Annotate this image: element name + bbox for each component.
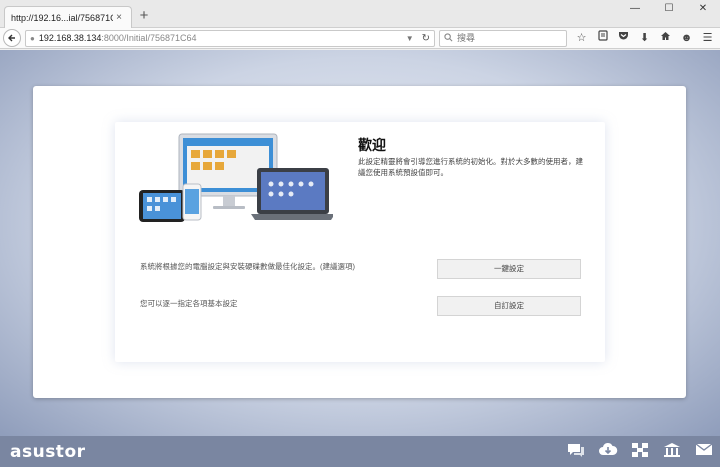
search-input[interactable] [457,33,557,43]
devices-illustration [139,133,333,222]
reload-icon[interactable]: ↻ [422,33,430,44]
chat-icon[interactable] [560,442,592,462]
url-dropdown-icon[interactable]: ▼ [406,34,414,43]
toolbar-icons: ☆ ⬇ ☻ ☰ [571,29,718,47]
url-path: :8000/Initial/756871C64 [101,33,197,43]
navigation-bar: ● 192.168.38.134 :8000/Initial/756871C64… [0,28,720,49]
custom-setup-description: 您可以逐一指定各項基本設定 [140,299,238,308]
maximize-button[interactable]: ☐ [652,0,686,18]
download-icon[interactable]: ⬇ [634,29,655,47]
site-info-icon[interactable]: ● [30,34,35,43]
close-tab-icon[interactable]: × [113,12,125,23]
pocket-icon[interactable] [613,29,634,47]
minimize-button[interactable]: — [618,0,652,18]
tab-title: http://192.16...ial/756871C64 [11,12,113,23]
search-icon [444,32,453,44]
search-bar[interactable] [439,29,567,47]
url-host: 192.168.38.134 [38,33,102,43]
page-background: 歡迎 此設定精靈將會引導您進行系統的初始化。對於大多數的使用者，建議您使用系統預… [0,50,720,436]
bank-icon[interactable] [656,442,688,462]
welcome-title: 歡迎 [358,137,386,153]
emoji-icon[interactable]: ☻ [676,29,697,47]
menu-icon[interactable]: ☰ [697,29,718,47]
setup-wizard-card: 歡迎 此設定精靈將會引導您進行系統的初始化。對於大多數的使用者，建議您使用系統預… [33,86,686,398]
url-bar[interactable]: ● 192.168.38.134 :8000/Initial/756871C64… [25,29,435,47]
close-window-button[interactable]: ✕ [686,0,720,18]
back-arrow-icon [8,34,15,42]
asustor-logo: asustor [10,441,86,462]
cloud-download-icon[interactable] [592,442,624,461]
welcome-description: 此設定精靈將會引導您進行系統的初始化。對於大多數的使用者，建議您使用系統預設值即… [358,157,583,177]
new-tab-button[interactable]: + [136,7,152,25]
back-button[interactable] [3,29,21,47]
mail-icon[interactable] [688,443,720,460]
browser-tab[interactable]: http://192.16...ial/756871C64 × [4,6,132,28]
network-icon[interactable] [624,442,656,462]
bookmark-star-icon[interactable]: ☆ [571,29,592,47]
home-icon[interactable] [655,29,676,47]
reading-list-icon[interactable] [592,29,613,47]
custom-setup-button[interactable]: 自訂設定 [437,296,581,316]
one-click-setup-button[interactable]: 一鍵設定 [437,259,581,279]
tab-strip: http://192.16...ial/756871C64 × + — ☐ ✕ [0,0,720,28]
one-click-setup-description: 系統將根據您的電腦設定與安裝硬碟數做最佳化設定。(建議選項) [140,262,355,271]
footer-bar: asustor [0,436,720,467]
window-controls: — ☐ ✕ [618,0,720,18]
